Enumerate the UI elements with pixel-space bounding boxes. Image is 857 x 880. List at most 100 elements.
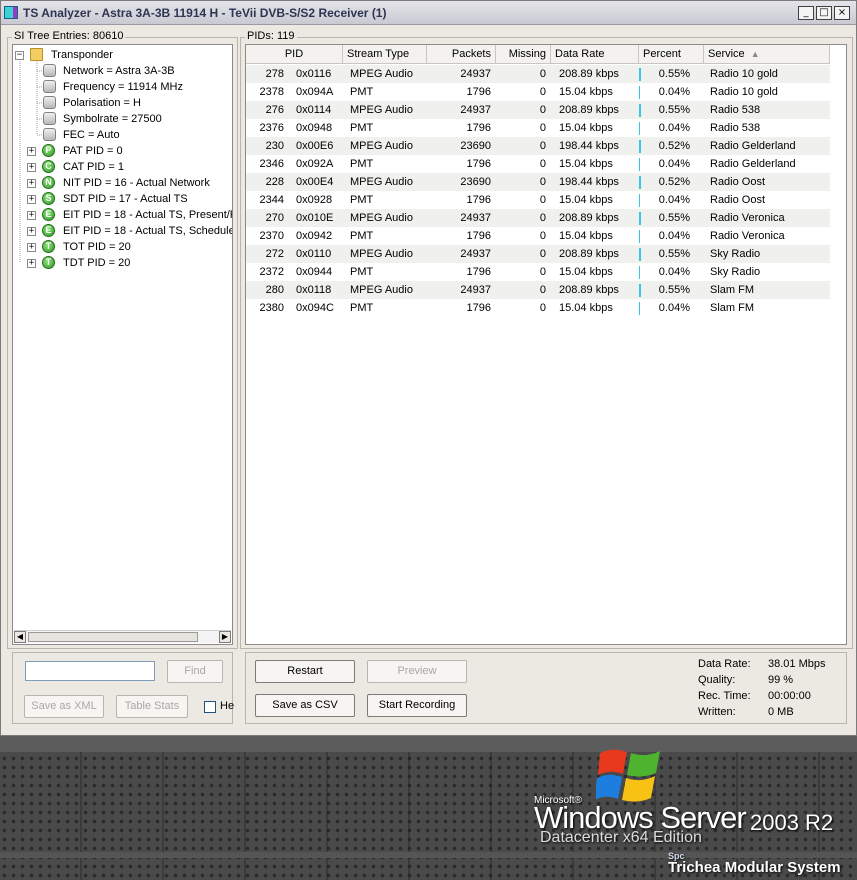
- tree-node[interactable]: + C CAT PID = 1: [13, 159, 232, 175]
- search-input[interactable]: [25, 661, 155, 681]
- restart-button[interactable]: Restart: [255, 660, 355, 683]
- tree-horizontal-scrollbar[interactable]: ◀ ▶: [14, 630, 231, 643]
- expand-icon[interactable]: +: [27, 147, 36, 156]
- cell-service: Sky Radio: [710, 248, 761, 260]
- cell-data-rate: 15.04 kbps: [559, 122, 613, 134]
- cell-packets: 24937: [460, 212, 491, 224]
- tree-node[interactable]: + E EIT PID = 18 - Actual TS, Schedule: [13, 223, 233, 239]
- tree-node[interactable]: + P PAT PID = 0: [13, 143, 232, 159]
- si-tree[interactable]: − Transponder Network = Astra 3A-3B Frequen…: [12, 44, 233, 645]
- expand-icon[interactable]: +: [27, 163, 36, 172]
- written-label: Written:: [698, 706, 736, 718]
- collapse-icon[interactable]: −: [15, 51, 24, 60]
- cell-packets: 24937: [460, 104, 491, 116]
- cell-missing: 0: [539, 230, 546, 242]
- table-row[interactable]: 228 0x00E4 MPEG Audio 23690 0 198.44 kbps 0.52…: [246, 173, 830, 191]
- cell-stream-type: MPEG Audio: [350, 248, 413, 260]
- cell-pid-hex: 0x010E: [296, 212, 334, 224]
- wallpaper-band-lower: [0, 852, 857, 858]
- expand-icon[interactable]: +: [27, 227, 36, 236]
- restart-button-label: Restart: [287, 665, 323, 677]
- scroll-thumb[interactable]: [28, 632, 198, 642]
- table-row[interactable]: 278 0x0116 MPEG Audio 24937 0 208.89 kbps 0.55…: [246, 65, 830, 83]
- find-button[interactable]: Find: [167, 660, 223, 683]
- table-row[interactable]: 2370 0x0942 PMT 1796 0 15.04 kbps 0.04% Radio V…: [246, 227, 830, 245]
- tree-node-label: Network = Astra 3A-3B: [63, 65, 175, 77]
- tree-node[interactable]: Polarisation = H: [13, 95, 232, 111]
- tree-node[interactable]: Network = Astra 3A-3B: [13, 63, 232, 79]
- table-row[interactable]: 272 0x0110 MPEG Audio 24937 0 208.89 kbps 0.55…: [246, 245, 830, 263]
- tree-node[interactable]: FEC = Auto: [13, 127, 232, 143]
- pids-table[interactable]: PID Stream Type Packets Missing Data Rate Per…: [245, 44, 847, 645]
- preview-button[interactable]: Preview: [367, 660, 467, 683]
- scroll-left-icon[interactable]: ◀: [14, 631, 26, 643]
- column-header-data-rate[interactable]: Data Rate: [551, 45, 639, 64]
- tree-node-label: TDT PID = 20: [63, 257, 131, 269]
- table-row[interactable]: 2344 0x0928 PMT 1796 0 15.04 kbps 0.04% Radio O…: [246, 191, 830, 209]
- table-row[interactable]: 2380 0x094C PMT 1796 0 15.04 kbps 0.04% Slam FM: [246, 299, 830, 317]
- cell-pid-decimal: 270: [265, 212, 284, 224]
- title-bar[interactable]: TS Analyzer - Astra 3A-3B 11914 H - TeVi…: [1, 1, 856, 25]
- table-row[interactable]: 280 0x0118 MPEG Audio 24937 0 208.89 kbps 0.55…: [246, 281, 830, 299]
- cell-stream-type: PMT: [350, 194, 374, 206]
- cell-pid-hex: 0x094A: [296, 86, 334, 98]
- minimize-button[interactable]: _: [798, 6, 814, 20]
- cell-pid-decimal: 230: [265, 140, 284, 152]
- cell-stream-type: MPEG Audio: [350, 176, 413, 188]
- edition-label: Datacenter x64 Edition: [540, 829, 702, 846]
- table-row[interactable]: 2372 0x0944 PMT 1796 0 15.04 kbps 0.04% Sky Rad…: [246, 263, 830, 281]
- table-row[interactable]: 270 0x010E MPEG Audio 24937 0 208.89 kbps 0.55…: [246, 209, 830, 227]
- table-row[interactable]: 276 0x0114 MPEG Audio 24937 0 208.89 kbps 0.55…: [246, 101, 830, 119]
- cell-pid-hex: 0x0948: [296, 122, 333, 134]
- maximize-button[interactable]: □: [816, 6, 832, 20]
- save-as-csv-button[interactable]: Save as CSV: [255, 694, 355, 717]
- cell-missing: 0: [539, 212, 546, 224]
- table-row[interactable]: 230 0x00E6 MPEG Audio 23690 0 198.44 kbps 0.52…: [246, 137, 830, 155]
- cell-missing: 0: [539, 176, 546, 188]
- save-as-xml-button[interactable]: Save as XML: [24, 695, 104, 718]
- expand-icon[interactable]: +: [27, 179, 36, 188]
- column-header-label: PID: [284, 48, 304, 60]
- column-header-service[interactable]: Service ▲: [704, 45, 830, 64]
- tree-node[interactable]: + T TDT PID = 20: [13, 255, 232, 271]
- tree-node-label: CAT PID = 1: [63, 161, 125, 173]
- start-recording-button[interactable]: Start Recording: [367, 694, 467, 717]
- column-header-percent[interactable]: Percent: [639, 45, 704, 64]
- cell-percent: 0.52%: [658, 176, 690, 188]
- tree-node[interactable]: Frequency = 11914 MHz: [13, 79, 232, 95]
- close-button[interactable]: ×: [834, 6, 850, 20]
- tree-node[interactable]: + S SDT PID = 17 - Actual TS: [13, 191, 232, 207]
- tree-node[interactable]: + E EIT PID = 18 - Actual TS, Present/F: [13, 207, 232, 223]
- tree-node-label: EIT PID = 18 - Actual TS, Schedule: [63, 225, 233, 237]
- column-header-packets[interactable]: Packets: [427, 45, 496, 64]
- table-stats-button[interactable]: Table Stats: [116, 695, 188, 718]
- green-icon: T: [42, 256, 55, 269]
- cell-pid-decimal: 2370: [259, 230, 284, 242]
- tree-node[interactable]: Symbolrate = 27500: [13, 111, 232, 127]
- cell-service: Slam FM: [710, 302, 754, 314]
- expand-icon[interactable]: +: [27, 195, 36, 204]
- he-checkbox[interactable]: [204, 701, 216, 713]
- tree-node[interactable]: + N NIT PID = 16 - Actual Network: [13, 175, 232, 191]
- column-header-label: Percent: [643, 48, 681, 60]
- cell-pid-hex: 0x092A: [296, 158, 334, 170]
- cell-missing: 0: [539, 140, 546, 152]
- table-row[interactable]: 2346 0x092A PMT 1796 0 15.04 kbps 0.04% Radio G…: [246, 155, 830, 173]
- cell-data-rate: 15.04 kbps: [559, 158, 613, 170]
- table-row[interactable]: 2378 0x094A PMT 1796 0 15.04 kbps 0.04% Radio 1…: [246, 83, 830, 101]
- tree-node[interactable]: + T TOT PID = 20: [13, 239, 232, 255]
- expand-icon[interactable]: +: [27, 243, 36, 252]
- cell-missing: 0: [539, 194, 546, 206]
- cell-service: Radio Gelderland: [710, 140, 796, 152]
- table-row[interactable]: 2376 0x0948 PMT 1796 0 15.04 kbps 0.04% Radio 5…: [246, 119, 830, 137]
- cell-data-rate: 15.04 kbps: [559, 194, 613, 206]
- scroll-right-icon[interactable]: ▶: [219, 631, 231, 643]
- column-header-stream-type[interactable]: Stream Type: [343, 45, 427, 64]
- cell-data-rate: 15.04 kbps: [559, 230, 613, 242]
- cell-data-rate: 15.04 kbps: [559, 266, 613, 278]
- column-header-pid[interactable]: PID: [246, 45, 343, 64]
- column-header-missing[interactable]: Missing: [496, 45, 551, 64]
- cell-packets: 1796: [466, 302, 491, 314]
- expand-icon[interactable]: +: [27, 259, 36, 268]
- expand-icon[interactable]: +: [27, 211, 36, 220]
